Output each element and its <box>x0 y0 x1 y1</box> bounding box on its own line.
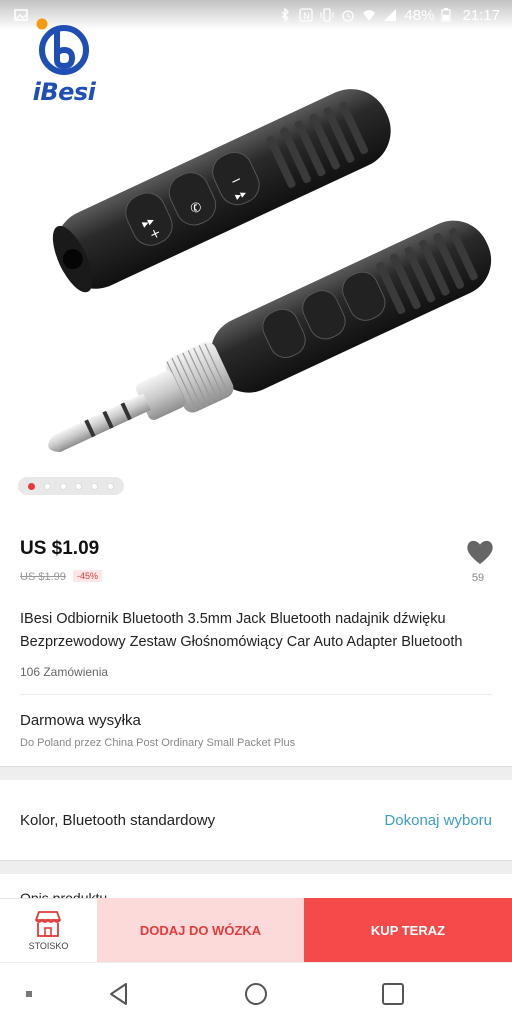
gallery-dot[interactable] <box>75 482 83 490</box>
shipping-method: Do Poland przez China Post Ordinary Smal… <box>20 737 296 749</box>
nav-home-button[interactable] <box>243 981 269 1007</box>
heart-icon <box>467 540 493 564</box>
variant-selector-row[interactable]: Kolor, Bluetooth standardowy Dokonaj wyb… <box>0 780 512 860</box>
alarm-icon <box>341 8 355 22</box>
brand-logo: iBesi <box>22 14 106 106</box>
svg-text:N: N <box>303 12 310 22</box>
brand-logo-mark <box>36 18 89 75</box>
gallery-dot[interactable] <box>43 482 51 490</box>
gallery-pagination[interactable] <box>18 477 124 495</box>
section-separator <box>0 766 512 780</box>
brand-logo-text: iBesi <box>32 78 96 106</box>
clock: 21:17 <box>462 6 500 24</box>
buy-now-button[interactable]: KUP TERAZ <box>304 898 512 962</box>
more-vert-icon <box>480 50 486 72</box>
nav-home-icon <box>245 983 267 1005</box>
section-separator <box>0 860 512 874</box>
search-button[interactable] <box>291 44 325 78</box>
more-options-button[interactable] <box>466 44 500 78</box>
wishlist-button[interactable] <box>464 536 496 568</box>
wifi-icon <box>362 8 376 22</box>
store-label: STOISKO <box>28 941 69 951</box>
shipping-title[interactable]: Darmowa wysyłka <box>20 712 141 729</box>
gallery-dot[interactable] <box>28 482 36 490</box>
wishlist-count: 59 <box>471 572 485 584</box>
product-title: IBesi Odbiornik Bluetooth 3.5mm Jack Blu… <box>20 611 463 650</box>
nav-dot-button[interactable] <box>22 987 36 1001</box>
nfc-icon: N <box>299 8 314 22</box>
current-price: US $1.09 <box>20 538 100 559</box>
battery-percent: 48% <box>404 6 435 24</box>
store-icon <box>35 911 61 937</box>
nav-back-button[interactable] <box>106 981 132 1007</box>
nav-recents-icon <box>382 983 404 1005</box>
add-to-cart-button[interactable]: DODAJ DO WÓZKA <box>97 898 304 962</box>
nav-back-icon <box>110 983 127 1005</box>
gallery-dot[interactable] <box>106 482 114 490</box>
original-price: US $1.99 <box>20 571 66 583</box>
search-icon <box>297 50 319 72</box>
store-button[interactable]: STOISKO <box>0 898 97 962</box>
battery-icon <box>441 8 455 22</box>
vibrate-icon <box>320 8 334 22</box>
share-icon <box>415 50 435 72</box>
bluetooth-icon <box>278 7 292 23</box>
variant-label: Kolor, Bluetooth standardowy <box>20 812 216 829</box>
choose-variant-link[interactable]: Dokonaj wyboru <box>384 812 492 829</box>
product-page: ▸▸ + ✆ − ▸▸ N 48% 21:17 iBesi US $1.09 U… <box>0 0 512 1024</box>
cart-icon <box>355 51 378 73</box>
price-section: US $1.09 US $1.99 -45% 59 <box>0 520 512 590</box>
order-count: 106 Zamówienia <box>20 665 109 679</box>
square-dot-icon <box>26 991 32 997</box>
product-image-gallery[interactable]: ▸▸ + ✆ − ▸▸ N 48% 21:17 iBesi <box>0 0 512 506</box>
cart-button[interactable] <box>349 44 383 78</box>
gallery-dot[interactable] <box>59 482 67 490</box>
nav-recents-button[interactable] <box>380 981 406 1007</box>
divider <box>20 694 492 695</box>
bottom-action-bar: STOISKO DODAJ DO WÓZKA KUP TERAZ <box>0 898 512 962</box>
system-navigation-bar <box>0 962 512 1024</box>
discount-badge: -45% <box>73 570 103 582</box>
share-button[interactable] <box>408 44 442 78</box>
signal-icon <box>383 8 397 22</box>
gallery-dot[interactable] <box>90 482 98 490</box>
